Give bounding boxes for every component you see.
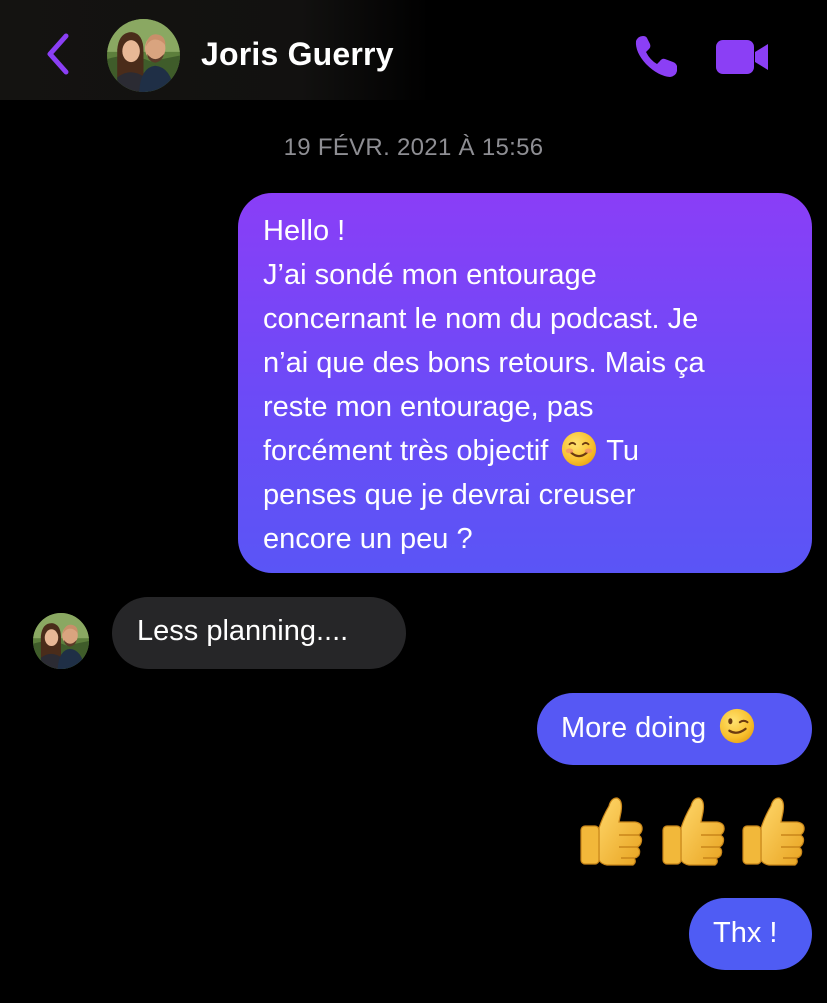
message-line: concernant le nom du podcast. Je [263,303,699,335]
thumbs-up-emoji [737,792,809,866]
video-camera-icon [716,40,768,74]
contact-avatar[interactable] [107,19,180,92]
message-line: n’ai que des bons retours. Mais ça [263,347,705,379]
message-text: Thx ! [713,917,778,949]
message-line: J’ai sondé mon entourage [263,259,597,291]
message-line-with-emoji: forcément très objectif Tu [263,429,792,473]
thumbs-up-emoji [575,792,647,866]
chat-header: Joris Guerry [0,0,827,100]
outgoing-message-bubble[interactable]: More doing [537,693,812,765]
winking-face-emoji [719,708,755,744]
audio-call-button[interactable] [632,32,682,80]
chevron-left-icon [47,33,69,75]
message-line: Hello ! [263,215,346,247]
message-line: reste mon entourage, pas [263,391,594,423]
outgoing-message-bubble[interactable]: Hello ! J’ai sondé mon entourage concern… [238,193,812,573]
incoming-message-bubble[interactable]: Less planning.... [112,597,406,669]
message-line-text: Tu [606,435,640,467]
message-text: Less planning.... [137,615,349,647]
message-line-text: forcément très objectif [263,435,549,467]
messenger-chat-screen: Joris Guerry 19 FÉVR. 2021 À 15:56 Hello… [0,0,827,1003]
thumbs-up-emoji [657,792,729,866]
message-line: encore un peu ? [263,523,473,555]
message-text: More doing [561,712,707,744]
message-line: penses que je devrai creuser [263,479,636,511]
phone-icon [635,36,677,77]
video-call-button[interactable] [714,38,770,76]
back-button[interactable] [40,30,80,78]
contact-name[interactable]: Joris Guerry [201,36,394,73]
message-timestamp: 19 FÉVR. 2021 À 15:56 [283,134,544,161]
contact-avatar-small[interactable] [33,613,89,669]
smiling-face-emoji [562,431,597,467]
outgoing-message-bubble[interactable]: Thx ! [689,898,812,970]
emoji-message[interactable] [575,792,811,866]
